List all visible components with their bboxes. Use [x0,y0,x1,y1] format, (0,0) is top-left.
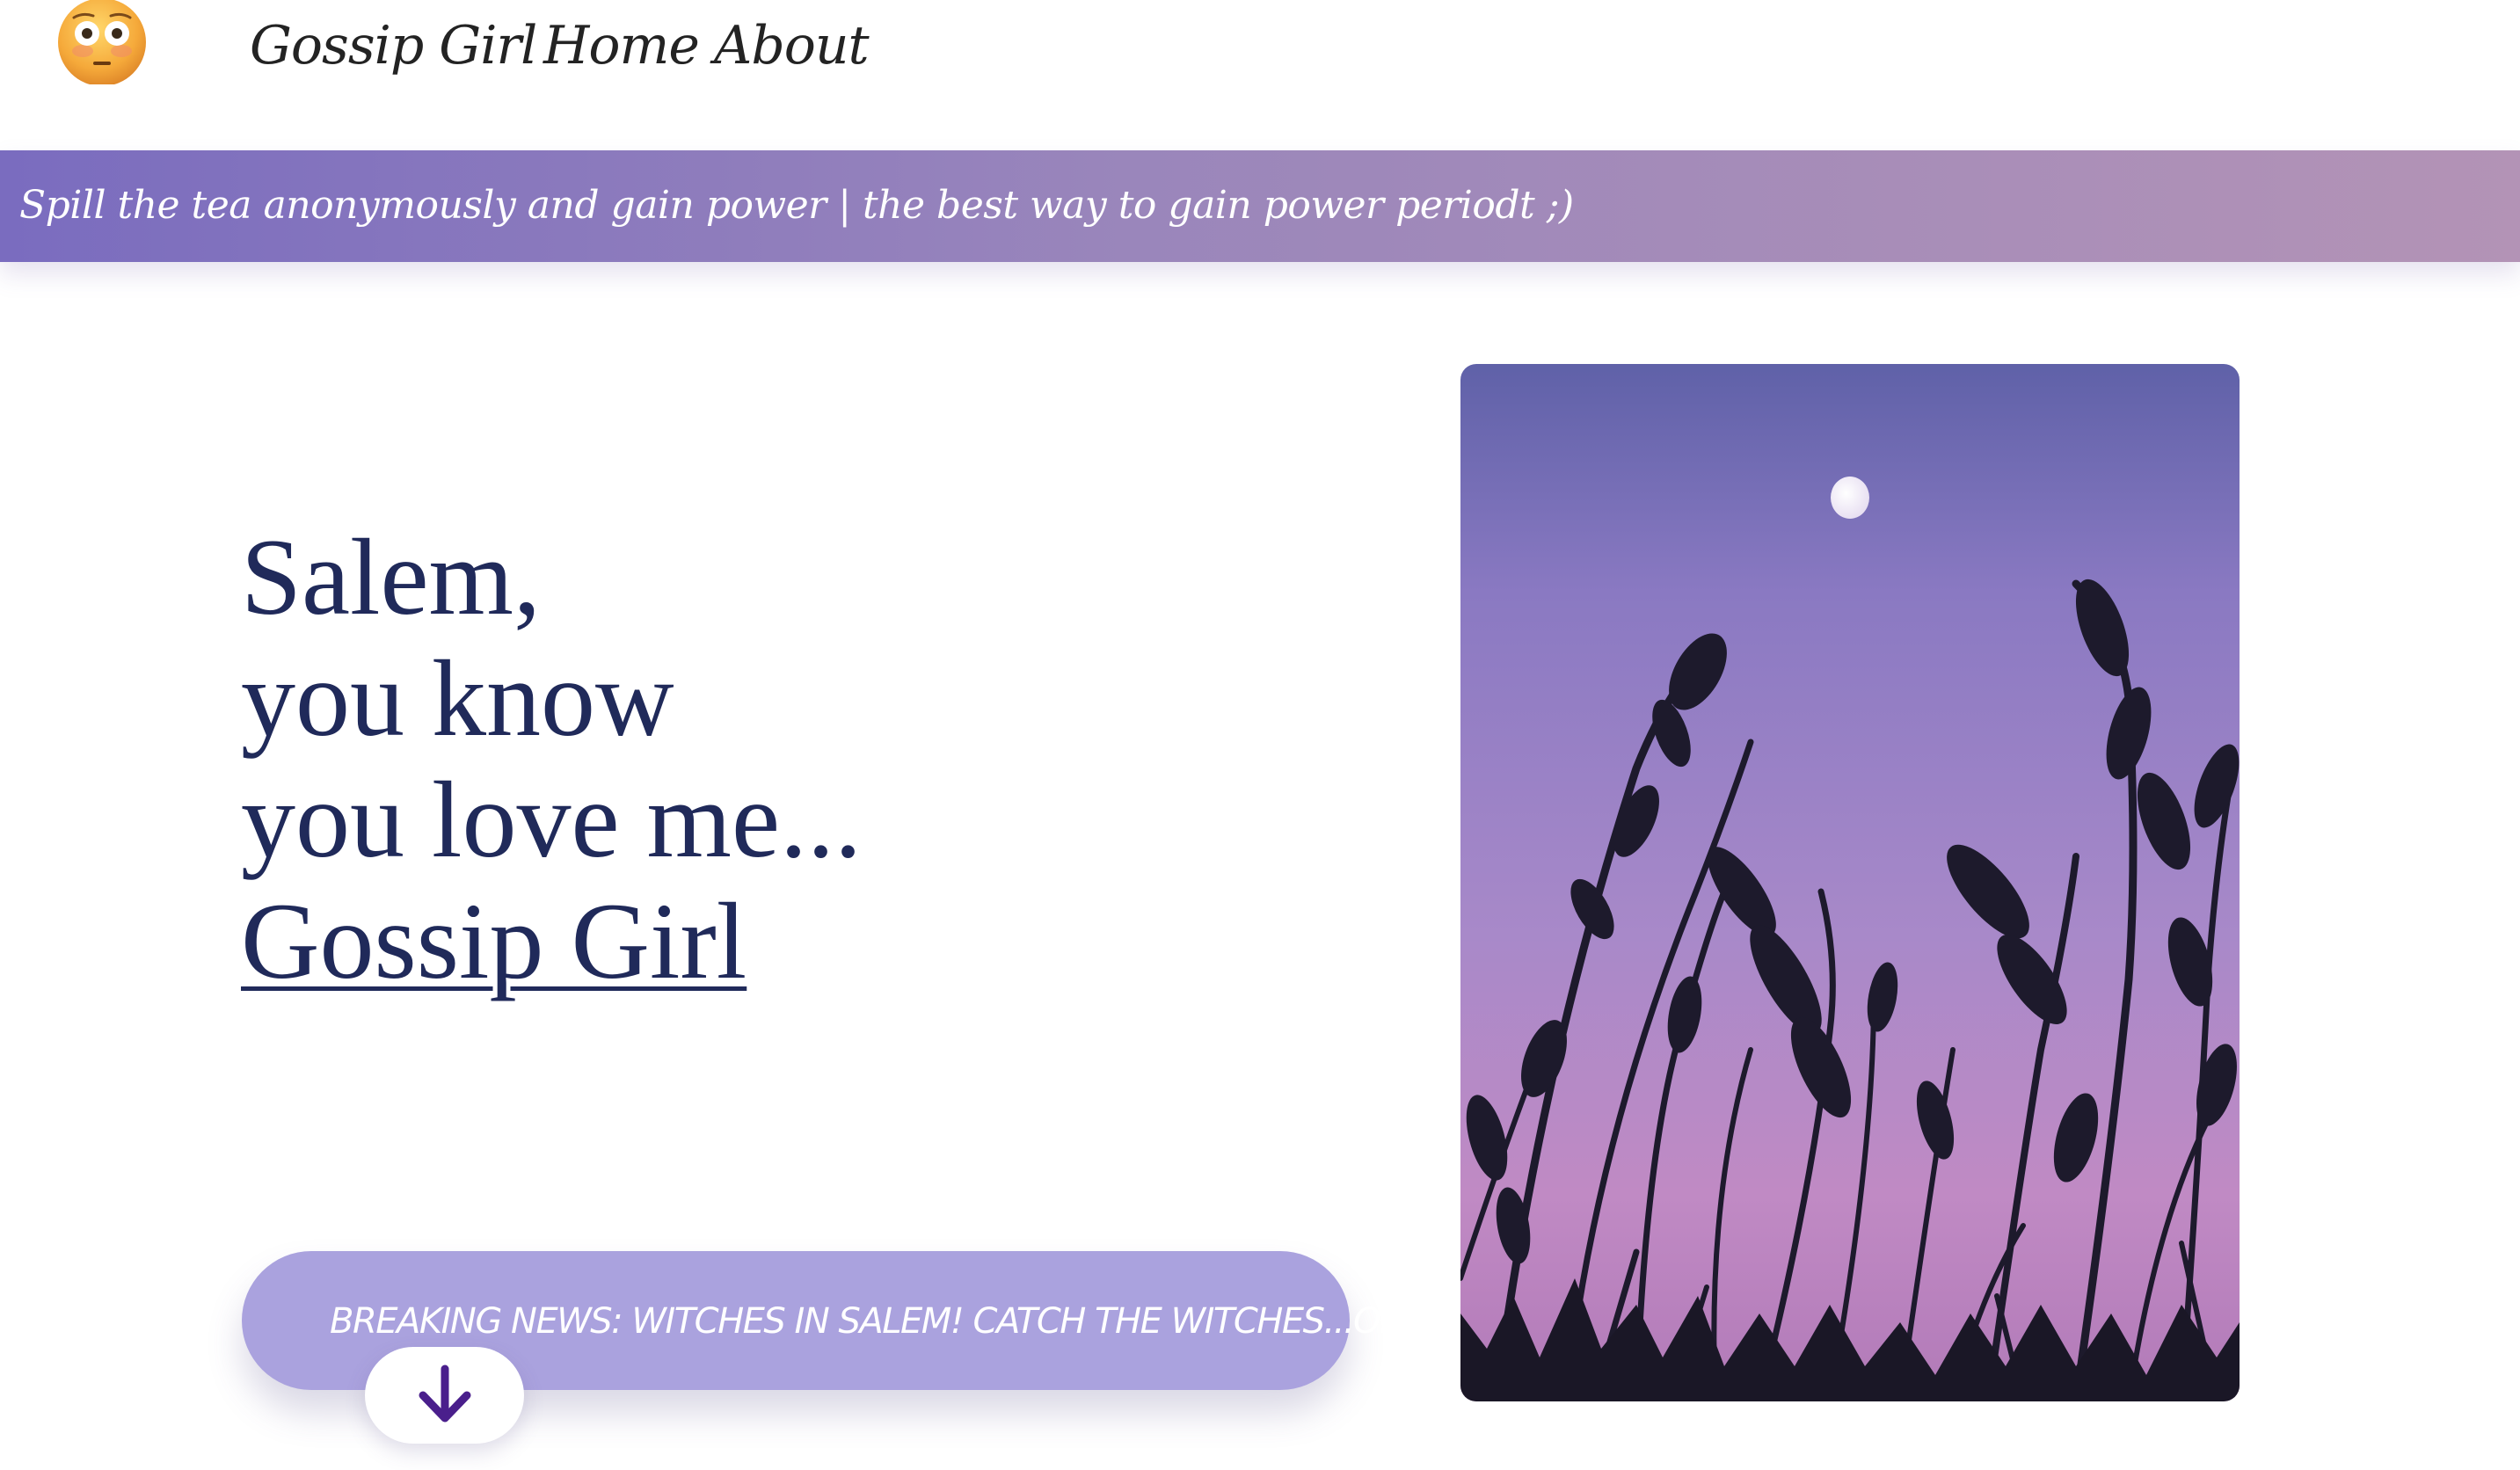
flushed-face-emoji-icon-graphic [58,0,146,84]
nav-about-link[interactable]: About [714,11,870,81]
scroll-down-button[interactable] [365,1347,524,1444]
hero-line-3: you love me... [241,760,862,880]
moon-grass-photo [1460,364,2240,1401]
announcement-banner: Spill the tea anonymously and gain power… [0,150,2520,262]
moon-grass-illustration [1460,364,2240,1401]
hero-line-2: you know [241,638,674,759]
nav-brand-link[interactable]: Gossip Girl [250,11,537,81]
breaking-news-text: BREAKING NEWS: WITCHES IN SALEM! CATCH T… [330,1301,1495,1342]
nav-home-link[interactable]: Home [543,11,700,81]
hero-heading: Salem, you know you love me... Gossip Gi… [241,517,1296,1002]
flushed-face-emoji-icon[interactable] [56,0,148,84]
hero-line-1: Salem, [241,517,541,637]
gossip-girl-link[interactable]: Gossip Girl [241,881,747,1001]
banner-text: Spill the tea anonymously and gain power… [19,183,1574,228]
top-navigation: Gossip Girl Home About [0,0,2520,150]
arrow-down-icon [419,1364,470,1423]
